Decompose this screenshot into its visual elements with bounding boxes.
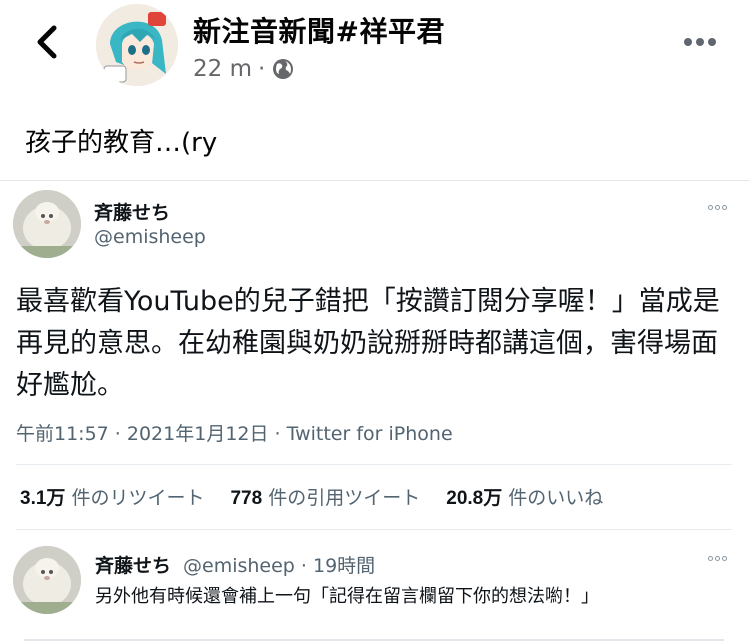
stat-value: 778 [230, 488, 263, 509]
tweet-author-name[interactable]: 斉藤せち [94, 198, 170, 225]
meta-separator: · [257, 56, 266, 82]
post-time[interactable]: 22 m [193, 56, 252, 82]
reply-body: 另外他有時候還會補上一句「記得在留言欄留下你的想法喲！」 [95, 586, 599, 607]
ellipsis-icon [696, 38, 704, 46]
ellipsis-icon [708, 556, 713, 561]
page-name[interactable]: 新注音新聞#祥平君 [193, 10, 445, 50]
stat-label: 件のいいね [508, 487, 604, 509]
sheep-icon [13, 546, 81, 614]
tweet-more-button[interactable] [708, 205, 727, 210]
tweet-divider [16, 529, 732, 530]
avatar-illustration [96, 4, 178, 86]
stat-label: 件の引用ツイート [268, 487, 421, 509]
post-meta: 22 m · [193, 56, 295, 82]
reply-author-avatar[interactable] [13, 546, 81, 614]
tweet-divider [16, 464, 732, 465]
sheep-icon [13, 190, 81, 258]
tweet-timestamp[interactable]: 午前11:57 · 2021年1月12日 · Twitter for iPhon… [16, 419, 453, 446]
back-button[interactable] [30, 22, 66, 62]
post-header: 新注音新聞#祥平君 22 m · [0, 0, 750, 100]
retweet-count[interactable]: 3.1万 件のリツイート [20, 483, 204, 510]
reply-more-button[interactable] [708, 556, 727, 561]
ellipsis-icon [715, 556, 720, 561]
post-more-button[interactable] [684, 30, 720, 54]
stat-value: 3.1万 [20, 488, 66, 509]
ellipsis-icon [684, 38, 692, 46]
tweet-stats: 3.1万 件のリツイート 778 件の引用ツイート 20.8万 件のいいね [20, 483, 629, 510]
post-text: 孩子的教育…(ry [25, 128, 218, 158]
ellipsis-icon [708, 205, 713, 210]
bottom-divider [24, 639, 724, 641]
page-avatar[interactable] [96, 4, 178, 86]
chevron-left-icon [37, 25, 57, 59]
ellipsis-icon [722, 556, 727, 561]
reply-author-handle[interactable]: @emisheep · 19時間 [183, 551, 375, 578]
quote-count[interactable]: 778 件の引用ツイート [230, 483, 420, 510]
tweet-body: 最喜歡看YouTube的兒子錯把「按讚訂閱分享喔！」當成是再見的意思。在幼稚園與… [16, 286, 720, 401]
tweet-author-avatar[interactable] [13, 190, 81, 258]
stat-value: 20.8万 [446, 488, 503, 509]
globe-icon[interactable] [271, 57, 295, 81]
tweet-screenshot: 斉藤せち @emisheep 最喜歡看YouTube的兒子錯把「按讚訂閱分享喔！… [0, 180, 750, 643]
stat-label: 件のリツイート [71, 487, 205, 509]
reply-author-name[interactable]: 斉藤せち [95, 551, 171, 578]
like-count[interactable]: 20.8万 件のいいね [446, 483, 603, 510]
ellipsis-icon [715, 205, 720, 210]
ellipsis-icon [722, 205, 727, 210]
tweet-author-handle[interactable]: @emisheep [94, 226, 206, 248]
ellipsis-icon [708, 38, 716, 46]
